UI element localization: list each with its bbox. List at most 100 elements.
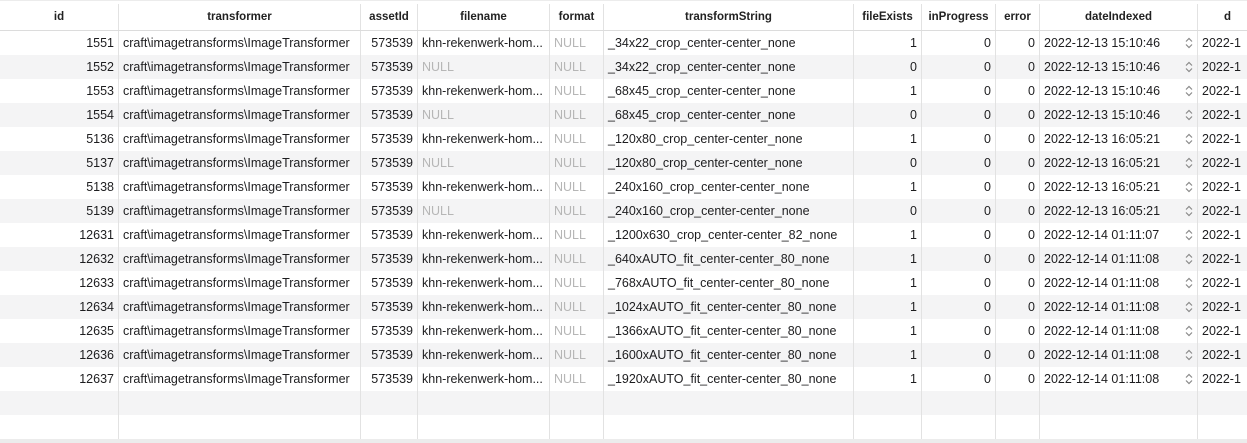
cell-error[interactable]: 0 [996,151,1040,175]
cell-assetId[interactable]: 573539 [361,127,418,151]
cell-id[interactable]: 12637 [0,367,119,391]
cell-dateIndexed[interactable]: 2022-12-13 16:05:21 [1040,199,1198,223]
cell-fileExists[interactable]: 1 [854,319,922,343]
column-header-dateIndexed[interactable]: dateIndexed [1040,4,1198,30]
cell-inProgress[interactable]: 0 [922,79,996,103]
cell-error[interactable]: 0 [996,247,1040,271]
table-row[interactable]: 1552 craft\imagetransforms\ImageTransform… [0,55,1247,79]
updown-stepper-icon[interactable] [1185,229,1193,241]
cell-next[interactable]: 2022-1 [1198,247,1247,271]
cell-format[interactable]: NULL [550,271,604,295]
updown-stepper-icon[interactable] [1185,277,1193,289]
table-row[interactable]: 5138 craft\imagetransforms\ImageTransform… [0,175,1247,199]
cell-format[interactable]: NULL [550,367,604,391]
cell-id[interactable]: 12636 [0,343,119,367]
cell-filename[interactable]: khn-rekenwerk-hom... [418,343,550,367]
cell-next[interactable]: 2022-1 [1198,151,1247,175]
cell-inProgress[interactable]: 0 [922,31,996,55]
table-row[interactable]: 12634 craft\imagetransforms\ImageTransfor… [0,295,1247,319]
cell-format[interactable]: NULL [550,103,604,127]
cell-assetId[interactable]: 573539 [361,55,418,79]
cell-assetId[interactable]: 573539 [361,175,418,199]
cell-transformString[interactable]: _640xAUTO_fit_center-center_80_none [604,247,854,271]
cell-dateIndexed[interactable]: 2022-12-14 01:11:08 [1040,271,1198,295]
cell-transformString[interactable]: _1366xAUTO_fit_center-center_80_none [604,319,854,343]
cell-fileExists[interactable]: 0 [854,55,922,79]
cell-dateIndexed[interactable]: 2022-12-13 15:10:46 [1040,103,1198,127]
cell-assetId[interactable]: 573539 [361,367,418,391]
cell-assetId[interactable]: 573539 [361,103,418,127]
cell-transformString[interactable]: _1024xAUTO_fit_center-center_80_none [604,295,854,319]
cell-error[interactable]: 0 [996,199,1040,223]
cell-transformer[interactable]: craft\imagetransforms\ImageTransformer [119,127,361,151]
cell-transformer[interactable]: craft\imagetransforms\ImageTransformer [119,31,361,55]
cell-format[interactable]: NULL [550,199,604,223]
cell-fileExists[interactable]: 1 [854,367,922,391]
updown-stepper-icon[interactable] [1185,205,1193,217]
cell-fileExists[interactable]: 1 [854,79,922,103]
cell-filename[interactable]: khn-rekenwerk-hom... [418,319,550,343]
cell-next[interactable]: 2022-1 [1198,55,1247,79]
cell-filename[interactable]: khn-rekenwerk-hom... [418,247,550,271]
cell-id[interactable]: 5136 [0,127,119,151]
cell-fileExists[interactable]: 1 [854,247,922,271]
cell-next[interactable]: 2022-1 [1198,31,1247,55]
table-row[interactable]: 12631 craft\imagetransforms\ImageTransfor… [0,223,1247,247]
table-row[interactable]: 1554 craft\imagetransforms\ImageTransform… [0,103,1247,127]
cell-transformString[interactable]: _68x45_crop_center-center_none [604,103,854,127]
table-row[interactable]: 5139 craft\imagetransforms\ImageTransform… [0,199,1247,223]
cell-next[interactable]: 2022-1 [1198,343,1247,367]
cell-dateIndexed[interactable]: 2022-12-14 01:11:08 [1040,247,1198,271]
cell-error[interactable]: 0 [996,319,1040,343]
cell-next[interactable]: 2022-1 [1198,103,1247,127]
cell-error[interactable]: 0 [996,367,1040,391]
cell-next[interactable]: 2022-1 [1198,367,1247,391]
table-row[interactable]: 5137 craft\imagetransforms\ImageTransform… [0,151,1247,175]
cell-dateIndexed[interactable]: 2022-12-13 15:10:46 [1040,55,1198,79]
cell-transformString[interactable]: _240x160_crop_center-center_none [604,175,854,199]
column-header-assetId[interactable]: assetId [361,4,418,30]
cell-transformString[interactable]: _34x22_crop_center-center_none [604,55,854,79]
cell-fileExists[interactable]: 0 [854,103,922,127]
table-row[interactable]: 1553 craft\imagetransforms\ImageTransform… [0,79,1247,103]
cell-transformString[interactable]: _240x160_crop_center-center_none [604,199,854,223]
column-header-fileExists[interactable]: fileExists [854,4,922,30]
cell-id[interactable]: 5137 [0,151,119,175]
cell-transformer[interactable]: craft\imagetransforms\ImageTransformer [119,79,361,103]
cell-fileExists[interactable]: 1 [854,175,922,199]
cell-assetId[interactable]: 573539 [361,223,418,247]
column-header-transformer[interactable]: transformer [119,4,361,30]
column-header-filename[interactable]: filename [418,4,550,30]
cell-id[interactable]: 12632 [0,247,119,271]
cell-error[interactable]: 0 [996,295,1040,319]
cell-transformString[interactable]: _68x45_crop_center-center_none [604,79,854,103]
cell-assetId[interactable]: 573539 [361,295,418,319]
cell-filename[interactable]: khn-rekenwerk-hom... [418,223,550,247]
cell-transformString[interactable]: _1920xAUTO_fit_center-center_80_none [604,367,854,391]
cell-transformer[interactable]: craft\imagetransforms\ImageTransformer [119,223,361,247]
cell-id[interactable]: 1554 [0,103,119,127]
table-row[interactable]: 12636 craft\imagetransforms\ImageTransfor… [0,343,1247,367]
cell-transformer[interactable]: craft\imagetransforms\ImageTransformer [119,271,361,295]
table-row[interactable]: 12632 craft\imagetransforms\ImageTransfor… [0,247,1247,271]
column-header-transformString[interactable]: transformString [604,4,854,30]
updown-stepper-icon[interactable] [1185,253,1193,265]
cell-fileExists[interactable]: 1 [854,127,922,151]
cell-fileExists[interactable]: 0 [854,151,922,175]
cell-error[interactable]: 0 [996,103,1040,127]
column-header-error[interactable]: error [996,4,1040,30]
updown-stepper-icon[interactable] [1185,61,1193,73]
cell-error[interactable]: 0 [996,175,1040,199]
cell-format[interactable]: NULL [550,319,604,343]
updown-stepper-icon[interactable] [1185,373,1193,385]
cell-format[interactable]: NULL [550,151,604,175]
cell-dateIndexed[interactable]: 2022-12-14 01:11:08 [1040,319,1198,343]
cell-inProgress[interactable]: 0 [922,295,996,319]
cell-dateIndexed[interactable]: 2022-12-13 15:10:46 [1040,31,1198,55]
cell-id[interactable]: 12633 [0,271,119,295]
cell-format[interactable]: NULL [550,223,604,247]
cell-format[interactable]: NULL [550,295,604,319]
cell-fileExists[interactable]: 1 [854,271,922,295]
cell-filename[interactable]: NULL [418,151,550,175]
cell-inProgress[interactable]: 0 [922,271,996,295]
